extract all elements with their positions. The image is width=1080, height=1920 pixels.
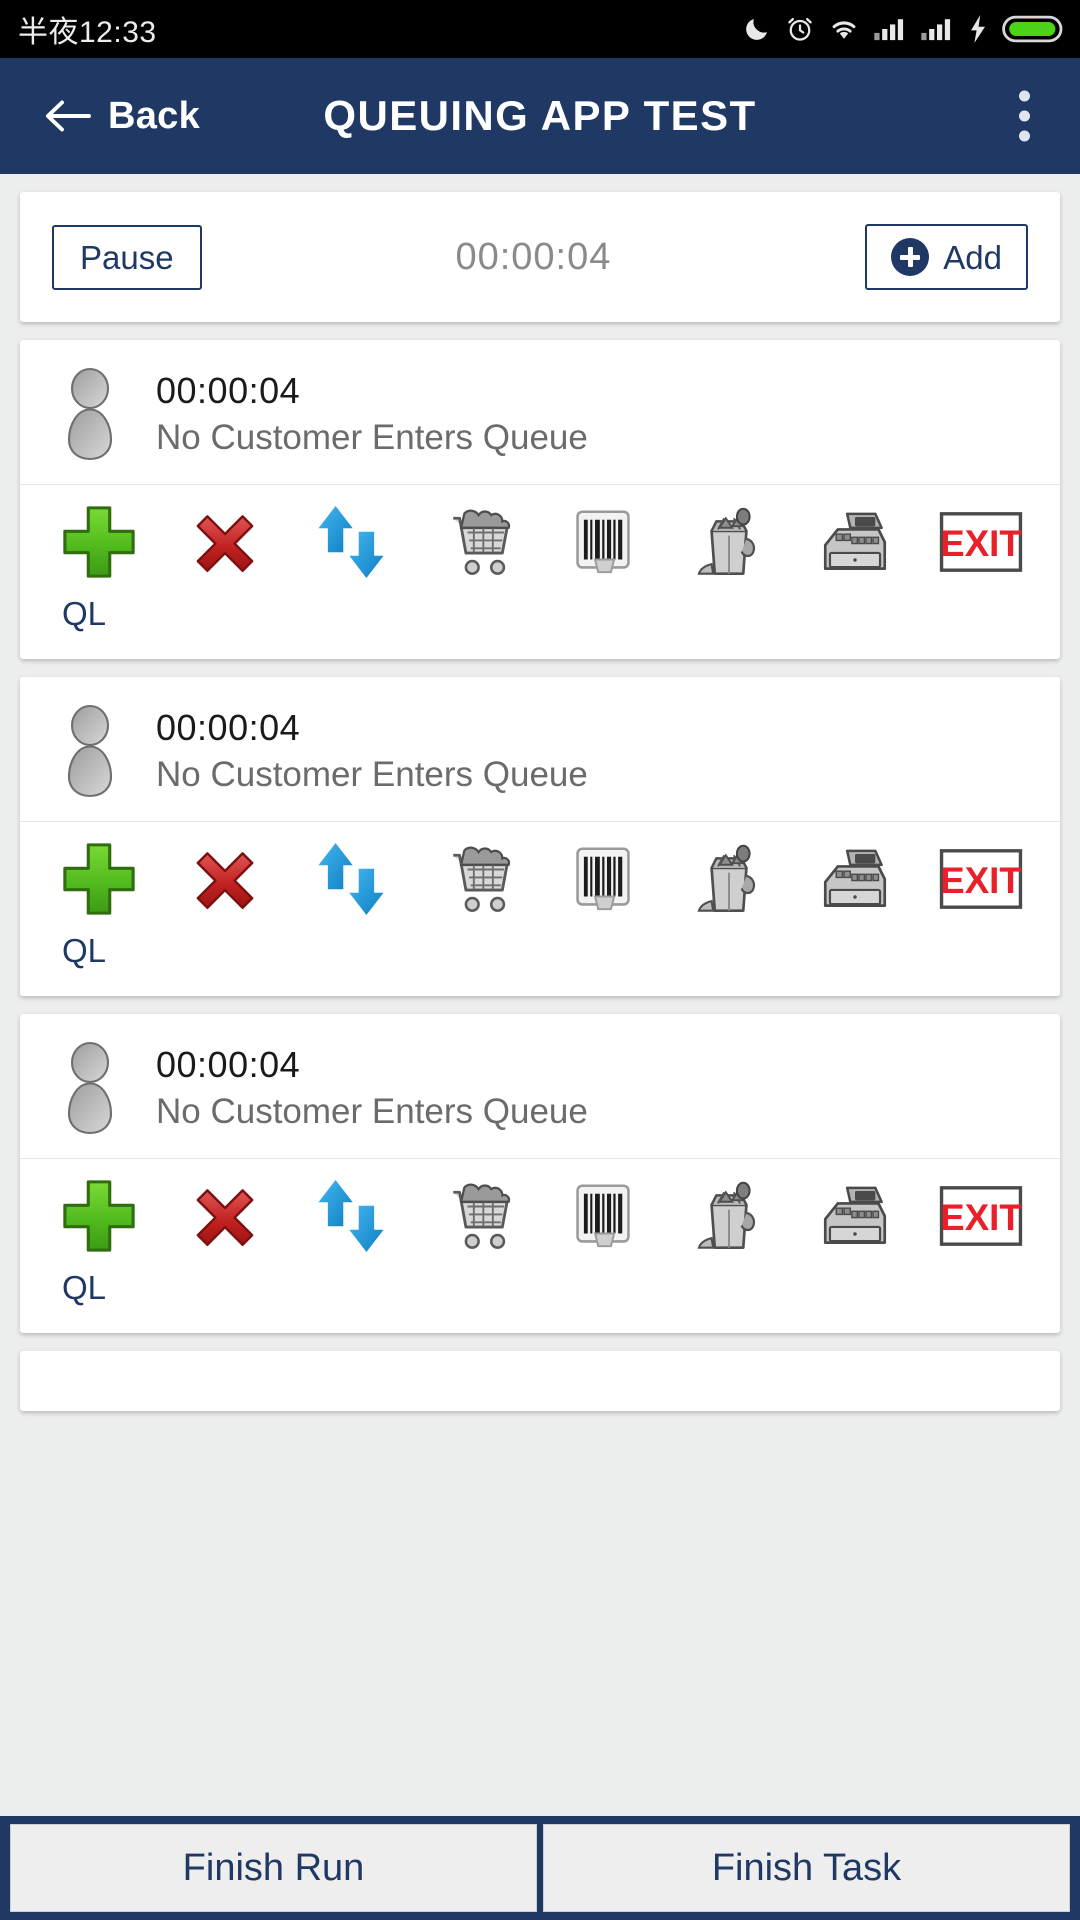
queue-card-action-row: EXIT xyxy=(20,1159,1060,1263)
queue-card-action-row: EXIT xyxy=(20,485,1060,589)
status-bar-icons xyxy=(742,14,1064,44)
person-avatar-icon xyxy=(54,366,126,462)
green-plus-icon[interactable] xyxy=(56,836,142,922)
red-x-icon[interactable] xyxy=(182,836,268,922)
queue-card-text: 00:00:04 No Customer Enters Queue xyxy=(156,1044,588,1132)
queue-card: 00:00:04 No Customer Enters Queue EXIT Q… xyxy=(20,340,1060,659)
exit-sign-icon[interactable]: EXIT xyxy=(938,499,1024,585)
signal-icon xyxy=(873,16,907,42)
red-x-icon[interactable] xyxy=(182,1173,268,1259)
grocery-bag-icon[interactable] xyxy=(686,1173,772,1259)
charging-bolt-icon xyxy=(967,15,989,43)
add-button-label: Add xyxy=(943,238,1002,276)
queue-line-label: QL xyxy=(62,595,107,632)
bottom-action-bar: Finish Run Finish Task xyxy=(0,1816,1080,1920)
blue-up-down-arrows-icon[interactable] xyxy=(308,1173,394,1259)
shopping-cart-icon[interactable] xyxy=(434,836,520,922)
add-button[interactable]: Add xyxy=(865,224,1028,290)
wifi-icon xyxy=(828,16,860,42)
shopping-cart-icon[interactable] xyxy=(434,1173,520,1259)
blue-up-down-arrows-icon[interactable] xyxy=(308,836,394,922)
queue-card-time: 00:00:04 xyxy=(156,370,301,411)
finish-run-button[interactable]: Finish Run xyxy=(10,1824,537,1912)
queue-card-text: 00:00:04 No Customer Enters Queue xyxy=(156,707,588,795)
scroll-content[interactable]: Pause 00:00:04 Add 00:00:04 No Customer … xyxy=(0,174,1080,1816)
person-avatar-icon xyxy=(54,703,126,799)
back-button-label: Back xyxy=(108,94,201,137)
svg-text:EXIT: EXIT xyxy=(940,860,1021,901)
barcode-icon[interactable] xyxy=(560,1173,646,1259)
cash-register-icon[interactable] xyxy=(812,836,898,922)
grocery-bag-icon[interactable] xyxy=(686,499,772,585)
queue-card: 00:00:04 No Customer Enters Queue EXIT Q… xyxy=(20,677,1060,996)
exit-sign-icon[interactable]: EXIT xyxy=(938,1173,1024,1259)
queue-line-label: QL xyxy=(62,1269,107,1306)
shopping-cart-icon[interactable] xyxy=(434,499,520,585)
queue-card-status: No Customer Enters Queue xyxy=(156,755,588,794)
queue-card-text: 00:00:04 No Customer Enters Queue xyxy=(156,370,588,458)
queue-line-label: QL xyxy=(62,932,107,969)
queue-card-action-row: EXIT xyxy=(20,822,1060,926)
plus-circle-icon xyxy=(891,238,930,276)
barcode-icon[interactable] xyxy=(560,499,646,585)
run-timer: 00:00:04 xyxy=(455,235,612,278)
app-bar: Back QUEUING APP TEST xyxy=(0,58,1080,174)
green-plus-icon[interactable] xyxy=(56,499,142,585)
queue-card-header: 00:00:04 No Customer Enters Queue xyxy=(20,340,1060,484)
queue-card-partial xyxy=(20,1351,1060,1411)
queue-card-time: 00:00:04 xyxy=(156,707,301,748)
queue-card-time: 00:00:04 xyxy=(156,1044,301,1085)
alarm-icon xyxy=(785,14,815,44)
pause-button[interactable]: Pause xyxy=(52,224,202,290)
cash-register-icon[interactable] xyxy=(812,499,898,585)
barcode-icon[interactable] xyxy=(560,836,646,922)
queue-card-header: 00:00:04 No Customer Enters Queue xyxy=(20,677,1060,821)
back-arrow-icon xyxy=(44,98,92,134)
run-control-card: Pause 00:00:04 Add xyxy=(20,192,1060,322)
blue-up-down-arrows-icon[interactable] xyxy=(308,499,394,585)
battery-icon xyxy=(1002,15,1064,43)
moon-icon xyxy=(742,14,772,44)
cash-register-icon[interactable] xyxy=(812,1173,898,1259)
person-avatar-icon xyxy=(54,1040,126,1136)
signal-icon xyxy=(920,16,954,42)
app-root: 半夜12:33 Back QUEUING APP TEST Pause 00:0… xyxy=(0,0,1080,1920)
green-plus-icon[interactable] xyxy=(56,1173,142,1259)
back-button[interactable]: Back xyxy=(0,95,200,138)
queue-card-status: No Customer Enters Queue xyxy=(156,1092,588,1131)
queue-card-status: No Customer Enters Queue xyxy=(156,418,588,457)
status-bar: 半夜12:33 xyxy=(0,0,1080,58)
grocery-bag-icon[interactable] xyxy=(686,836,772,922)
queue-card-header: 00:00:04 No Customer Enters Queue xyxy=(20,1014,1060,1158)
red-x-icon[interactable] xyxy=(182,499,268,585)
status-bar-clock: 半夜12:33 xyxy=(18,16,157,49)
exit-sign-icon[interactable]: EXIT xyxy=(938,836,1024,922)
svg-text:EXIT: EXIT xyxy=(940,1197,1021,1238)
queue-card: 00:00:04 No Customer Enters Queue EXIT Q… xyxy=(20,1014,1060,1333)
svg-text:EXIT: EXIT xyxy=(940,523,1021,564)
more-options-icon[interactable] xyxy=(1009,81,1040,152)
finish-task-button[interactable]: Finish Task xyxy=(543,1824,1070,1912)
